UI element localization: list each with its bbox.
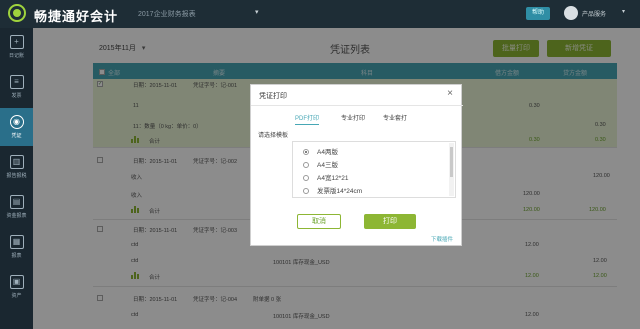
sidebar-item-label: 资金报表 bbox=[6, 213, 27, 219]
caret-down-icon[interactable]: ▾ bbox=[255, 8, 259, 16]
sidebar-item-label: 日记账 bbox=[8, 53, 24, 59]
sidebar-item-voucher[interactable]: ◉ 凭证 bbox=[0, 108, 33, 146]
user-menu[interactable]: 产品服务 bbox=[582, 9, 606, 18]
grid-icon: ▦ bbox=[9, 235, 24, 249]
top-bar: 畅捷通好会计 2017企业财务报表 ▾ 帮助 产品服务 ▾ bbox=[0, 0, 640, 28]
sidebar-item-label: 报告报税 bbox=[6, 173, 27, 179]
divider bbox=[251, 105, 463, 106]
sidebar-item-funds[interactable]: ▤ 资金报表 bbox=[0, 188, 33, 226]
sidebar-item-tax[interactable]: ▥ 报告报税 bbox=[0, 148, 33, 186]
template-option[interactable]: A4两版 bbox=[303, 146, 338, 158]
tab-pro-overprint[interactable]: 专业套打 bbox=[383, 113, 407, 122]
template-label: 请选择模板 bbox=[258, 133, 289, 139]
plus-icon: + bbox=[9, 35, 24, 49]
template-list: A4两版 A4三版 A4宽12*21 发票版14*24cm bbox=[292, 141, 456, 198]
print-dialog: 凭证打印 × PDF打印 专业打印 专业套打 请选择模板 A4两版 A4三版 A… bbox=[250, 84, 463, 246]
sidebar-item-label: 报表 bbox=[11, 253, 22, 259]
chart-icon: ▥ bbox=[9, 155, 24, 169]
sidebar: + 日记账 ≡ 发票 ◉ 凭证 ▥ 报告报税 ▤ 资金报表 ▦ 报表 ▣ 资产 bbox=[0, 28, 33, 329]
template-option[interactable]: 发票版14*24cm bbox=[303, 185, 362, 197]
sidebar-item-label: 凭证 bbox=[11, 133, 22, 139]
radio[interactable] bbox=[303, 175, 309, 182]
radio[interactable] bbox=[303, 188, 309, 195]
sidebar-item-invoice[interactable]: ≡ 发票 bbox=[0, 68, 33, 106]
box-icon: ▣ bbox=[9, 275, 24, 289]
sidebar-item-reports[interactable]: ▦ 报表 bbox=[0, 228, 33, 266]
cancel-button[interactable]: 取消 bbox=[297, 214, 341, 229]
print-button[interactable]: 打印 bbox=[364, 214, 416, 229]
document-icon: ≡ bbox=[9, 75, 24, 89]
avatar[interactable] bbox=[564, 6, 578, 20]
tab-pro-print[interactable]: 专业打印 bbox=[341, 113, 365, 122]
eye-icon: ◉ bbox=[9, 115, 24, 129]
dialog-title: 凭证打印 bbox=[259, 93, 287, 100]
close-icon[interactable]: × bbox=[447, 88, 453, 99]
help-button[interactable]: 帮助 bbox=[526, 7, 550, 20]
caret-down-icon[interactable]: ▾ bbox=[622, 8, 625, 15]
company-selector[interactable]: 2017企业财务报表 bbox=[138, 9, 196, 19]
sidebar-item-label: 发票 bbox=[11, 93, 22, 99]
sidebar-item-label: 资产 bbox=[11, 293, 22, 299]
sidebar-item-assets[interactable]: ▣ 资产 bbox=[0, 268, 33, 306]
sidebar-item-journal[interactable]: + 日记账 bbox=[0, 28, 33, 66]
template-option[interactable]: A4三版 bbox=[303, 159, 338, 171]
scrollbar[interactable] bbox=[449, 143, 454, 196]
download-plugin-link[interactable]: 下载插件 bbox=[431, 235, 453, 243]
template-option[interactable]: A4宽12*21 bbox=[303, 172, 348, 184]
brand-name: 畅捷通好会计 bbox=[34, 9, 119, 24]
radio[interactable] bbox=[303, 162, 309, 169]
logo bbox=[8, 4, 26, 22]
radio-selected[interactable] bbox=[303, 149, 309, 156]
tab-pdf-print[interactable]: PDF打印 bbox=[295, 113, 320, 125]
ledger-icon: ▤ bbox=[9, 195, 24, 209]
